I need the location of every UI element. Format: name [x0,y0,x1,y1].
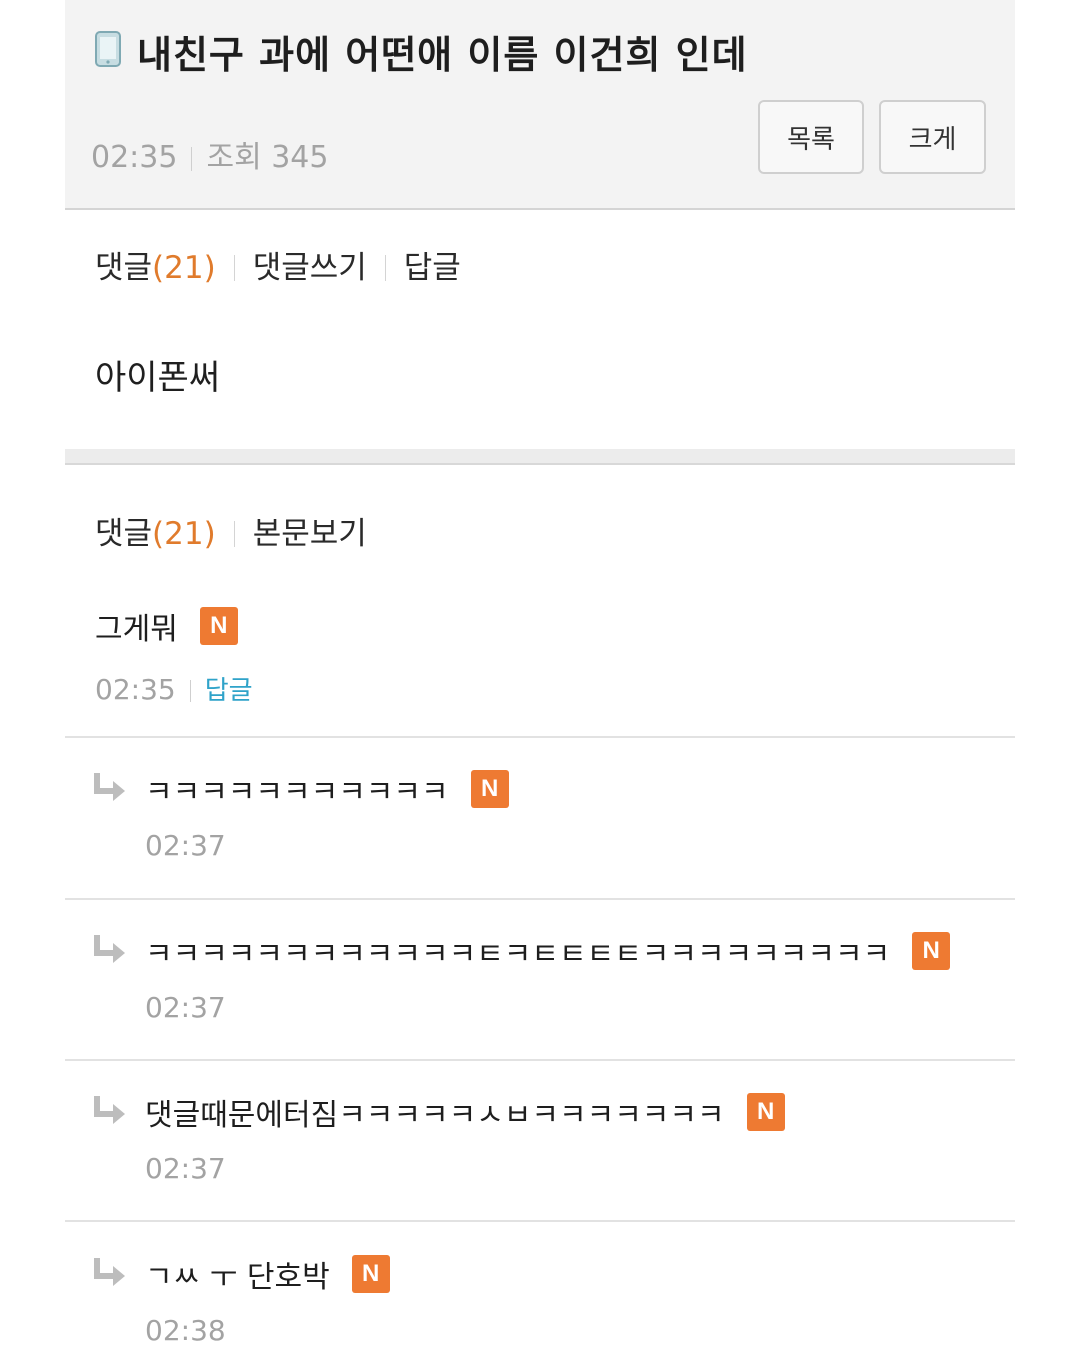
tab-divider [384,255,386,281]
post-meta: 02:35 조회 345 [91,132,328,176]
reply-text: ㄱㅆ ㅜ 단호박 [145,1260,330,1295]
tab-write-comment[interactable]: 댓글쓰기 [253,250,367,286]
comment-count: (21) [152,516,216,552]
reply-arrow-icon [94,1096,125,1124]
comment-meta: 02:35 답글 [95,670,253,707]
enlarge-button[interactable]: 크게 [879,100,986,174]
reply-text: ㅋㅋㅋㅋㅋㅋㅋㅋㅋㅋㅋ [145,775,449,810]
tab-view-body[interactable]: 본문보기 [253,516,367,552]
post-title: 내친구 과에 어떤애 이름 이건희 인데 [137,33,748,77]
post-body: 아이폰써 [95,358,221,398]
tab-comments-label: 댓글 [95,516,153,552]
post-action-tabs: 댓글(21) 댓글쓰기 답글 [95,242,461,287]
new-badge: N [470,770,509,808]
comment-divider [65,736,1015,738]
comment-divider [65,898,1015,900]
tab-comments[interactable]: 댓글(21) [95,250,216,286]
meta-divider [191,147,193,171]
post-views: 조회 345 [206,140,329,175]
tab-divider [233,521,235,547]
reply-time: 02:37 [145,1152,226,1185]
list-button[interactable]: 목록 [758,100,864,174]
reply-text: ㅋㅋㅋㅋㅋㅋㅋㅋㅋㅋㅋㅋㅌㅋㅌㅌㅌㅌㅋㅋㅋㅋㅋㅋㅋㅋㅋ [145,937,891,972]
comment-section-tabs: 댓글(21) 본문보기 [95,508,367,553]
reply-link[interactable]: 답글 [205,676,253,706]
reply-time: 02:37 [145,991,226,1024]
post-header: 내친구 과에 어떤애 이름 이건희 인데 02:35 조회 345 목록 크게 [65,0,1015,210]
new-badge: N [199,607,238,645]
comment-time: 02:35 [95,673,176,706]
tab-divider [233,255,235,281]
new-badge: N [912,932,951,970]
reply-arrow-icon [94,1258,125,1286]
comment-divider [65,1059,1015,1061]
meta-divider [189,680,191,702]
reply-time: 02:38 [145,1314,226,1347]
post-view: 내친구 과에 어떤애 이름 이건희 인데 02:35 조회 345 목록 크게 댓… [65,0,1015,1350]
mobile-phone-icon [95,31,121,67]
tab-comments[interactable]: 댓글(21) [95,516,216,552]
post-time: 02:35 [91,140,178,175]
reply-arrow-icon [94,935,125,963]
section-divider [65,449,1015,465]
new-badge: N [746,1093,785,1131]
new-badge: N [351,1255,390,1293]
tab-reply[interactable]: 답글 [404,250,461,286]
comment-text: 그게뭐 [95,612,178,647]
reply-text: 댓글때문에터짐ㅋㅋㅋㅋㅋㅅㅂㅋㅋㅋㅋㅋㅋㅋ [145,1098,725,1133]
comment-divider [65,1220,1015,1222]
tab-comments-label: 댓글 [95,250,153,286]
comment-count: (21) [152,250,216,286]
reply-arrow-icon [94,773,125,801]
reply-time: 02:37 [145,829,226,862]
